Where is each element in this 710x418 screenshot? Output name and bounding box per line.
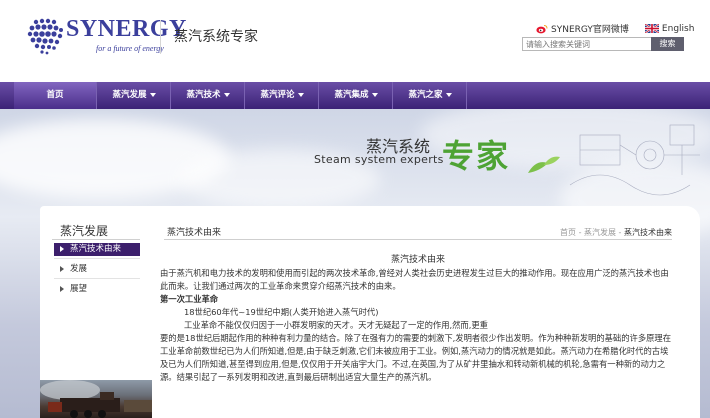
banner-title-en: Steam system experts (314, 153, 444, 166)
header-links: SYNERGY官网微博 English (536, 22, 694, 35)
steam-locomotive-image (40, 380, 152, 418)
logo-tagline: for a future of energy (96, 44, 164, 53)
uk-flag-icon[interactable] (644, 24, 659, 33)
sidebar-item-steam-tech-origin[interactable]: 蒸汽技术由来 (54, 243, 140, 256)
english-link[interactable]: English (662, 24, 695, 34)
sidebar-divider (52, 239, 140, 240)
nav-item-steam-technology[interactable]: 蒸汽技术 (172, 82, 244, 109)
article-paragraph: 由于蒸汽机和电力技术的发明和使用而引起的两次技术革命,曾经对人类社会历史进程发生… (160, 268, 669, 291)
sidebar-item-development[interactable]: 发展 (54, 263, 87, 276)
nav-item-steam-development[interactable]: 蒸汽发展 (98, 82, 170, 109)
nav-label: 蒸汽集成 (334, 90, 369, 100)
breadcrumb-level1[interactable]: 蒸汽发展 (584, 228, 616, 237)
chevron-down-icon (297, 92, 304, 97)
sidebar-item-label: 展望 (70, 284, 88, 294)
main-divider (164, 239, 672, 240)
content-panel: 蒸汽发展 蒸汽技术由来 发展 展望 蒸汽技术由来 首页 - 蒸汽发展 - 蒸汽技… (40, 206, 700, 418)
search-input[interactable] (522, 37, 652, 51)
breadcrumb-separator: - (576, 228, 585, 237)
chevron-down-icon (149, 92, 156, 97)
article-title: 蒸汽技术由来 (390, 255, 445, 265)
sidebar-item-outlook[interactable]: 展望 (54, 283, 87, 296)
breadcrumb-current: 蒸汽技术由来 (624, 228, 672, 237)
nav-separator (244, 82, 245, 109)
nav-item-steam-review[interactable]: 蒸汽评论 (246, 82, 318, 109)
chevron-down-icon (223, 92, 230, 97)
breadcrumb-separator: - (616, 228, 624, 237)
triangle-right-icon (60, 246, 64, 252)
industrial-sketch-decoration (569, 124, 700, 196)
main-nav: 首页 蒸汽发展 蒸汽技术 蒸汽评论 蒸汽集成 蒸汽之家 (0, 82, 710, 109)
article-body: 蒸汽技术由来 由于蒸汽机和电力技术的发明和使用而引起的两次技术革命,曾经对人类社… (160, 254, 676, 384)
globe-logo-icon (27, 18, 63, 55)
article-paragraph: 工业革命不能仅仅归因于一小群发明家的天才。天才无疑起了一定的作用,然而,更重 (184, 320, 488, 330)
sidebar-separator (54, 278, 140, 279)
sidebar-title: 蒸汽发展 (60, 224, 109, 238)
article-paragraph: 18世纪60年代~19世纪中期(人类开始进入蒸气时代) (184, 307, 379, 317)
nav-item-steam-integration[interactable]: 蒸汽集成 (320, 82, 392, 109)
nav-separator (170, 82, 171, 109)
weibo-icon[interactable] (536, 24, 548, 34)
nav-separator (318, 82, 319, 109)
logo-wordmark: SYNERGY (66, 16, 187, 42)
sidebar-item-label: 蒸汽技术由来 (70, 244, 122, 254)
breadcrumb: 首页 - 蒸汽发展 - 蒸汽技术由来 (560, 227, 672, 238)
nav-item-home[interactable]: 首页 (14, 82, 96, 109)
sidebar-separator (54, 258, 140, 259)
page-title: 蒸汽技术由来 (167, 228, 222, 238)
chevron-down-icon (371, 92, 378, 97)
nav-separator (466, 82, 467, 109)
site-header: SYNERGY for a future of energy 蒸汽系统专家 SY… (0, 0, 710, 82)
nav-label: 蒸汽之家 (408, 90, 443, 100)
site-slogan: 蒸汽系统专家 (174, 29, 258, 45)
search-bar: 搜索 (522, 37, 684, 51)
sidebar-item-label: 发展 (70, 264, 88, 274)
chevron-down-icon (445, 92, 452, 97)
nav-label: 蒸汽评论 (260, 90, 295, 100)
nav-separator (392, 82, 393, 109)
triangle-right-icon (60, 266, 64, 272)
nav-label: 蒸汽发展 (112, 90, 147, 100)
synergy-logo[interactable]: SYNERGY for a future of energy (26, 14, 186, 60)
nav-separator (96, 82, 97, 109)
banner-title-expert: 专家 (442, 137, 511, 175)
leaf-icon (528, 156, 560, 173)
nav-label: 首页 (46, 90, 64, 100)
nav-item-steam-home[interactable]: 蒸汽之家 (394, 82, 466, 109)
breadcrumb-home[interactable]: 首页 (560, 228, 576, 237)
header-divider (160, 20, 161, 54)
steam-train-photo (40, 380, 152, 418)
article-section-heading: 第一次工业革命 (160, 294, 219, 304)
triangle-right-icon (60, 286, 64, 292)
article-paragraph: 要的是18世纪后期起作用的种种有利力量的结合。除了在强有力的需要的刺激下,发明者… (160, 333, 672, 382)
search-button[interactable]: 搜索 (651, 37, 684, 51)
weibo-link[interactable]: SYNERGY官网微博 (551, 22, 629, 35)
nav-label: 蒸汽技术 (186, 90, 221, 100)
